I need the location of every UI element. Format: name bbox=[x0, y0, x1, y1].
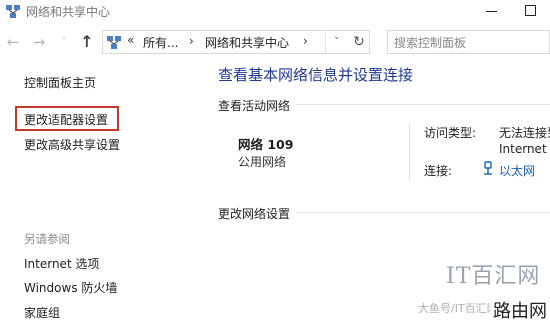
breadcrumb-separator-icon[interactable]: › bbox=[303, 34, 308, 48]
sidebar-item-homegroup[interactable]: 家庭组 bbox=[24, 304, 60, 321]
access-type-label: 访问类型: bbox=[424, 126, 477, 140]
change-network-settings-heading: 更改网络设置 bbox=[218, 207, 291, 221]
minimize-button[interactable] bbox=[476, 0, 506, 22]
ethernet-connection-link[interactable]: 以太网 bbox=[499, 162, 535, 179]
sidebar-item-internet-options[interactable]: Internet 选项 bbox=[24, 255, 99, 272]
address-dropdown-icon[interactable]: ˅ bbox=[325, 31, 347, 53]
network-type: 公用网络 bbox=[238, 155, 287, 169]
vertical-divider bbox=[409, 124, 410, 180]
back-arrow-icon[interactable]: ← bbox=[4, 32, 22, 52]
window-title: 网络和共享中心 bbox=[26, 5, 111, 19]
forward-arrow-icon[interactable]: → bbox=[30, 32, 48, 52]
connections-label: 连接: bbox=[424, 164, 453, 178]
breadcrumb-network-center[interactable]: 网络和共享中心 bbox=[205, 34, 289, 51]
search-input[interactable]: 搜索控制面板 bbox=[387, 30, 550, 54]
navigation-bar: ← → ˅ ↑ « 所有... › 网络和共享中心 › ˅ ↻ 搜索控制面板 bbox=[0, 27, 550, 57]
section-divider bbox=[296, 104, 550, 105]
watermark-itbaihui: IT百汇网 bbox=[446, 264, 541, 289]
network-name: 网络 109 bbox=[238, 137, 294, 152]
maximize-button[interactable] bbox=[516, 0, 546, 22]
up-arrow-icon[interactable]: ↑ bbox=[76, 31, 98, 53]
ethernet-icon bbox=[484, 161, 492, 175]
breadcrumb-overflow-icon[interactable]: « bbox=[127, 33, 134, 47]
sidebar-item-windows-firewall[interactable]: Windows 防火墙 bbox=[24, 279, 117, 296]
access-type-value-internet: Internet bbox=[499, 142, 547, 156]
address-bar[interactable]: « 所有... › 网络和共享中心 › ˅ ↻ bbox=[102, 30, 370, 54]
watermark-small: 大鱼号/IT百汇网 bbox=[418, 302, 498, 315]
sidebar-item-change-advanced-sharing[interactable]: 更改高级共享设置 bbox=[24, 136, 120, 153]
breadcrumb-separator-icon[interactable]: › bbox=[189, 34, 194, 48]
watermark-router: 路由网 bbox=[490, 298, 550, 325]
see-also-heading: 另请参阅 bbox=[24, 232, 70, 246]
title-bar: 网络和共享中心 bbox=[0, 0, 550, 26]
control-panel-icon bbox=[107, 36, 121, 49]
breadcrumb-all-items[interactable]: 所有... bbox=[143, 34, 178, 51]
sidebar-item-control-panel-home[interactable]: 控制面板主页 bbox=[24, 74, 96, 91]
search-placeholder: 搜索控制面板 bbox=[394, 36, 467, 50]
section-divider bbox=[296, 212, 550, 213]
refresh-icon[interactable]: ↻ bbox=[349, 31, 369, 53]
sidebar-item-change-adapter-settings[interactable]: 更改适配器设置 bbox=[24, 111, 108, 128]
active-networks-heading: 查看活动网络 bbox=[218, 99, 291, 113]
network-center-icon bbox=[6, 5, 20, 18]
access-type-value: 无法连接到 bbox=[499, 126, 550, 140]
recent-locations-chevron-icon[interactable]: ˅ bbox=[57, 34, 71, 50]
page-title: 查看基本网络信息并设置连接 bbox=[218, 66, 414, 84]
